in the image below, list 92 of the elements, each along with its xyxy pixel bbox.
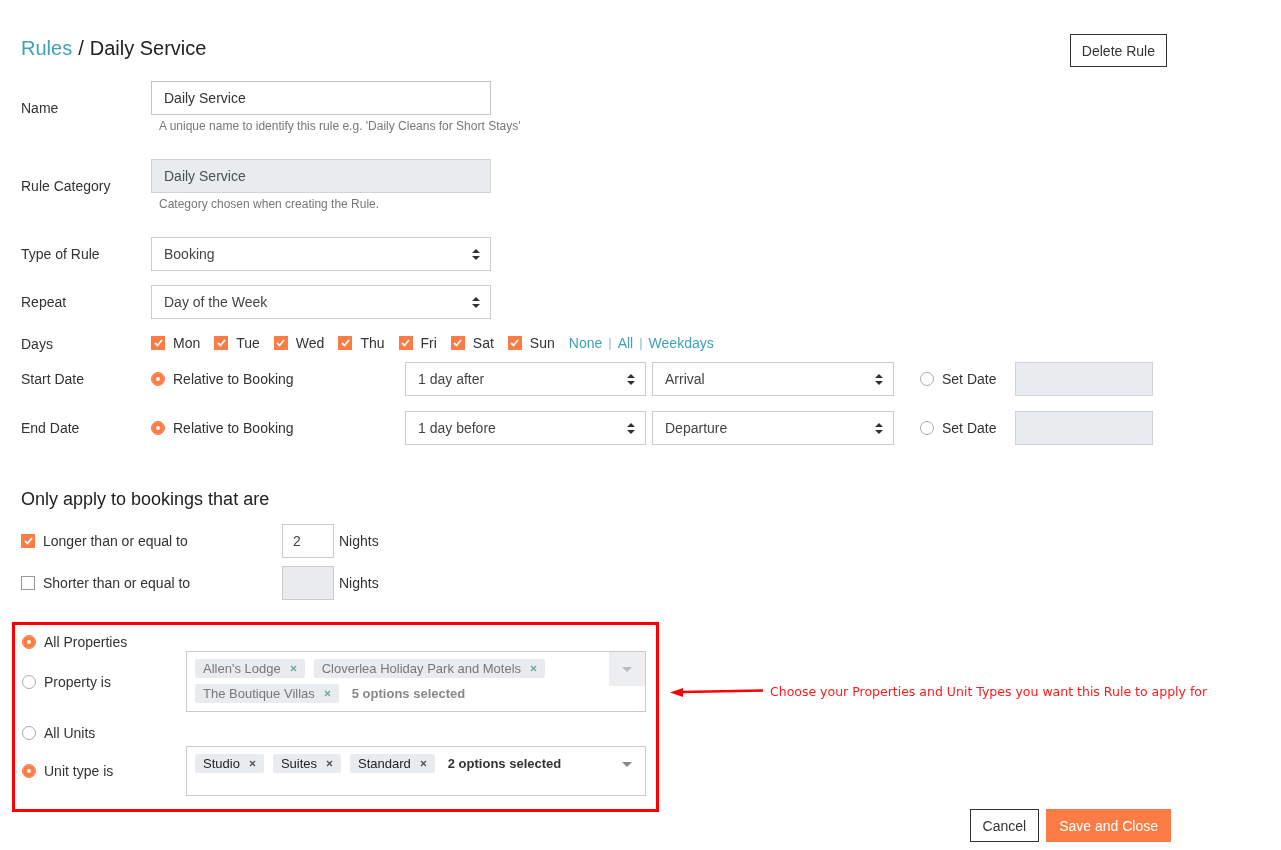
field-label: Days [21, 335, 54, 353]
radio-label: Relative to Booking [173, 420, 294, 436]
day-label: Mon [173, 335, 201, 351]
checkbox[interactable] [21, 534, 35, 548]
nights-field[interactable]: 2 [282, 524, 334, 558]
breadcrumb-separator: / [78, 37, 84, 60]
checkmark-icon [153, 339, 163, 347]
selection-summary: 2 options selected [447, 756, 562, 771]
day-label: Thu [360, 335, 385, 351]
radio-label: All Units [44, 725, 96, 741]
select-field[interactable]: 1 day after [405, 362, 646, 396]
unit-label: Nights [339, 575, 379, 591]
radio-button[interactable] [920, 421, 934, 435]
sort-caret-icon [472, 296, 480, 308]
radio-button[interactable] [920, 372, 934, 386]
radio-button[interactable] [22, 635, 36, 649]
day-label: Fri [420, 335, 437, 351]
cancel-button[interactable]: Cancel [969, 809, 1040, 842]
radio-button[interactable] [22, 726, 36, 740]
radio-label: All Properties [44, 634, 128, 650]
radio-label: Set Date [942, 420, 997, 436]
tag: Allen's Lodge [195, 659, 305, 678]
select-field[interactable]: 1 day before [405, 411, 646, 445]
caret-icon [622, 761, 632, 767]
sort-caret-icon [627, 422, 635, 434]
checkbox[interactable] [21, 576, 35, 590]
radio-button[interactable] [22, 675, 36, 689]
caret-icon [622, 666, 632, 672]
day-label: Sun [529, 335, 555, 351]
sort-caret-icon [875, 373, 883, 385]
field-label: Start Date [21, 370, 86, 389]
radio-label: Unit type is [44, 763, 114, 779]
link-separator: | [639, 335, 643, 351]
radio-label: Property is [44, 674, 111, 690]
select-field[interactable]: Booking [151, 237, 491, 271]
annotation-text: Choose your Properties and Unit Types you want this Rule to apply for [770, 684, 1208, 699]
checkmark-icon [340, 339, 350, 347]
multi-select[interactable]: Studio Suites Standard 2 options selected [186, 746, 646, 796]
delete-rule-button[interactable]: Delete Rule [1069, 34, 1167, 67]
radio-button[interactable] [151, 372, 165, 386]
radio-button[interactable] [22, 764, 36, 778]
checkbox[interactable] [214, 336, 229, 350]
checkbox[interactable] [151, 336, 165, 350]
unit-label: Nights [339, 533, 379, 549]
checkbox-label: Shorter than or equal to [43, 575, 191, 591]
checkmark-icon [276, 339, 286, 347]
tag: The Boutique Villas [195, 684, 339, 703]
checkbox[interactable] [507, 336, 522, 350]
day-label: Tue [236, 335, 260, 351]
radio-button[interactable] [151, 421, 165, 435]
checkbox[interactable] [398, 336, 413, 350]
checkmark-icon [216, 339, 226, 347]
remove-icon[interactable] [326, 760, 333, 767]
select-field[interactable]: Departure [652, 411, 894, 445]
select-field[interactable]: Arrival [652, 362, 894, 396]
field-label: Rule Category [21, 177, 112, 196]
multi-select[interactable]: Allen's Lodge Cloverlea Holiday Park and Motels The Boutique Villas 5 options selected [186, 651, 646, 712]
tag: Standard [350, 754, 435, 773]
checkmark-icon [401, 339, 410, 347]
checkbox[interactable] [338, 336, 353, 350]
page-title: Daily Service [89, 37, 207, 60]
section-heading: Only apply to bookings that are [21, 489, 271, 510]
checkbox[interactable] [450, 336, 465, 350]
remove-icon[interactable] [248, 760, 256, 767]
dropdown-toggle[interactable] [609, 652, 645, 686]
field-label: Name [21, 99, 60, 118]
field-label: Type of Rule [21, 245, 101, 264]
field-label: Repeat [21, 293, 68, 312]
radio-label: Relative to Booking [173, 371, 294, 387]
sort-caret-icon [875, 422, 883, 434]
field-label: End Date [21, 419, 81, 438]
checkmark-icon [23, 537, 33, 545]
selection-summary: 5 options selected [351, 686, 466, 701]
radio-label: Set Date [942, 371, 997, 387]
tag: Studio [195, 754, 264, 773]
remove-icon[interactable] [419, 760, 427, 767]
text-field[interactable]: Daily Service [151, 81, 491, 115]
sort-caret-icon [472, 248, 480, 260]
checkbox-label: Longer than or equal to [43, 533, 188, 549]
tag: Cloverlea Holiday Park and Motels [313, 659, 546, 678]
tag: Suites [272, 754, 341, 773]
link-separator: | [608, 335, 612, 351]
checkbox[interactable] [273, 336, 288, 350]
select-field[interactable]: Day of the Week [151, 285, 491, 319]
checkmark-icon [453, 339, 463, 347]
sort-caret-icon [627, 373, 635, 385]
help-text: A unique name to identify this rule e.g. 'Daily Cleans for Short Stays' [159, 119, 521, 133]
day-label: Wed [295, 335, 325, 351]
help-text: Category chosen when creating the Rule. [159, 197, 381, 211]
checkmark-icon [510, 339, 520, 347]
arrow-icon [670, 686, 764, 697]
day-label: Sat [472, 335, 494, 351]
